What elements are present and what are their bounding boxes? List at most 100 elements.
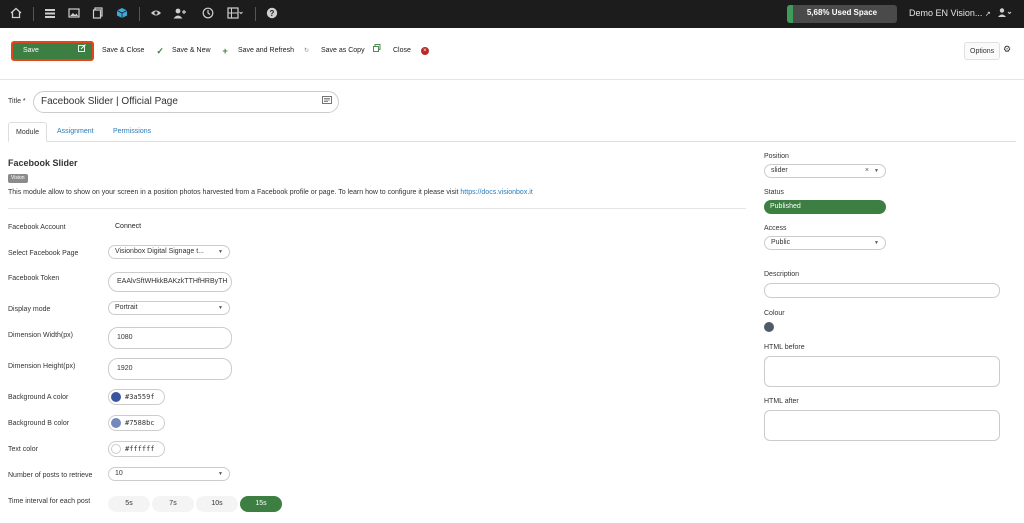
image-icon[interactable] xyxy=(67,7,81,21)
save-button[interactable]: Save xyxy=(11,41,94,61)
html-before-label: HTML before xyxy=(764,344,805,351)
description-text: This module allow to show on your screen… xyxy=(8,189,461,196)
interval-option-10s[interactable]: 10s xyxy=(196,496,238,512)
save-copy-button[interactable]: Save as Copy xyxy=(315,42,387,60)
divider xyxy=(8,208,746,209)
connect-button[interactable]: Connect xyxy=(115,223,141,230)
user-add-icon[interactable] xyxy=(173,7,187,21)
card-icon xyxy=(322,92,332,112)
height-value: 1920 xyxy=(117,365,133,372)
bgb-value: #7588bc xyxy=(125,419,155,427)
caret-icon: ▼ xyxy=(218,305,223,311)
color-swatch xyxy=(111,418,121,428)
list-icon[interactable] xyxy=(43,7,57,21)
text-color-label: Text color xyxy=(8,446,38,453)
width-value: 1080 xyxy=(117,334,133,341)
help-icon[interactable]: ? xyxy=(265,7,279,21)
caret-icon: ▼ xyxy=(874,240,879,246)
title-value: Facebook Slider | Official Page xyxy=(41,96,178,107)
save-close-button[interactable]: Save & Close ✓ xyxy=(96,42,170,60)
save-refresh-label: Save and Refresh xyxy=(238,47,295,54)
position-value: slider xyxy=(771,167,788,174)
width-label: Dimension Width(px) xyxy=(8,332,73,339)
clock-icon[interactable] xyxy=(201,7,215,21)
bga-value: #3a559f xyxy=(125,393,155,401)
home-icon[interactable] xyxy=(9,7,23,21)
admin-top-bar: ? 5,68% Used Space Demo EN Vision... ↗ xyxy=(0,0,1024,28)
account-label: Facebook Account xyxy=(8,224,66,231)
bga-color-input[interactable]: #3a559f xyxy=(108,389,165,405)
clear-icon[interactable]: × xyxy=(865,165,869,177)
save-close-label: Save & Close xyxy=(102,47,145,54)
title-label: Title * xyxy=(8,98,26,105)
user-icon[interactable] xyxy=(996,7,1014,21)
posts-select[interactable]: 10 ▼ xyxy=(108,467,230,481)
save-refresh-button[interactable]: Save and Refresh ↻ xyxy=(232,42,315,60)
display-label: Display mode xyxy=(8,306,51,313)
height-input[interactable]: 1920 xyxy=(108,358,232,380)
color-swatch xyxy=(111,444,121,454)
docs-link[interactable]: https://docs.visionbox.it xyxy=(460,189,532,196)
width-input[interactable]: 1080 xyxy=(108,327,232,349)
used-space-meter[interactable]: 5,68% Used Space xyxy=(787,5,897,23)
action-toolbar: Save Save & Close ✓ Save & New + Save an… xyxy=(0,28,1024,80)
close-label: Close xyxy=(393,47,411,54)
height-label: Dimension Height(px) xyxy=(8,363,76,370)
divider xyxy=(255,7,256,21)
module-description: This module allow to show on your screen… xyxy=(8,189,533,196)
module-badge: Vision xyxy=(8,174,28,183)
site-name: Demo EN Vision... xyxy=(909,8,983,18)
eye-icon[interactable] xyxy=(149,7,163,21)
token-input[interactable]: EAAlvSftWHkkBAKzkTTHfHRByTH xyxy=(108,272,232,292)
check-icon: ✓ xyxy=(156,46,164,56)
html-after-textarea[interactable] xyxy=(764,410,1000,441)
tab-assignment[interactable]: Assignment xyxy=(50,122,101,142)
tab-module[interactable]: Module xyxy=(8,122,47,142)
token-label: Facebook Token xyxy=(8,275,60,282)
bgb-label: Background B color xyxy=(8,420,70,427)
posts-label: Number of posts to retrieve xyxy=(8,472,93,479)
description-label: Description xyxy=(764,271,800,278)
layout-icon[interactable] xyxy=(227,7,243,21)
bga-label: Background A color xyxy=(8,394,69,401)
save-new-label: Save & New xyxy=(172,47,211,54)
page-select[interactable]: Visionbox Digital Signage t... ▼ xyxy=(108,245,230,259)
interval-option-5s[interactable]: 5s xyxy=(108,496,150,512)
html-before-textarea[interactable] xyxy=(764,356,1000,387)
options-button[interactable]: Options xyxy=(964,42,1001,60)
access-label: Access xyxy=(764,225,787,232)
color-swatch xyxy=(111,392,121,402)
page-label: Select Facebook Page xyxy=(8,250,79,257)
close-icon: × xyxy=(420,47,429,55)
site-name-link[interactable]: Demo EN Vision... ↗ xyxy=(909,8,991,18)
cube-icon[interactable] xyxy=(115,7,129,21)
bgb-color-input[interactable]: #7588bc xyxy=(108,415,165,431)
close-button[interactable]: Close × xyxy=(387,42,435,60)
plus-icon: + xyxy=(222,46,228,56)
save-label: Save xyxy=(23,47,39,54)
tab-permissions[interactable]: Permissions xyxy=(106,122,158,142)
gear-icon[interactable]: ⚙ xyxy=(1003,44,1011,55)
html-after-label: HTML after xyxy=(764,398,799,405)
interval-option-15s[interactable]: 15s xyxy=(240,496,282,512)
interval-option-7s[interactable]: 7s xyxy=(152,496,194,512)
caret-icon: ▼ xyxy=(218,471,223,477)
text-color-input[interactable]: #ffffff xyxy=(108,441,165,457)
external-link-icon: ↗ xyxy=(984,11,991,18)
caret-icon: ▼ xyxy=(874,168,879,174)
status-select[interactable]: Published xyxy=(764,200,886,214)
title-input[interactable]: Facebook Slider | Official Page xyxy=(33,91,339,113)
module-heading: Facebook Slider xyxy=(8,158,78,168)
save-copy-label: Save as Copy xyxy=(321,47,365,54)
svg-text:?: ? xyxy=(270,9,275,18)
position-select[interactable]: slider × ▼ xyxy=(764,164,886,178)
description-input[interactable] xyxy=(764,283,1000,298)
access-select[interactable]: Public ▼ xyxy=(764,236,886,250)
save-new-button[interactable]: Save & New + xyxy=(166,42,234,60)
colour-picker[interactable] xyxy=(764,322,774,332)
display-select[interactable]: Portrait ▼ xyxy=(108,301,230,315)
refresh-icon: ↻ xyxy=(304,48,310,54)
copy-icon[interactable] xyxy=(91,7,105,21)
status-label: Status xyxy=(764,189,784,196)
copy-icon xyxy=(372,42,381,60)
